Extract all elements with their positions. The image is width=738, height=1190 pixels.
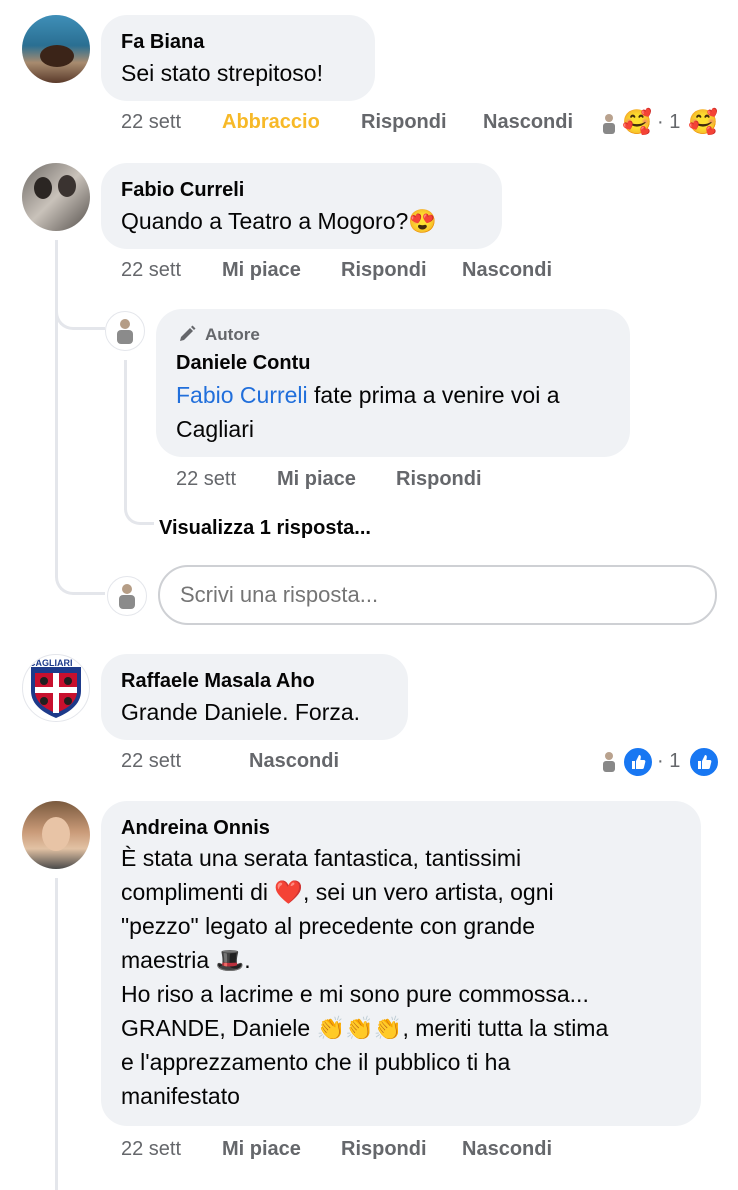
person-icon [117, 319, 133, 344]
comment-line: complimenti di ❤️, sei un vero artista, … [121, 879, 554, 905]
author-badge: Autore [205, 325, 260, 344]
comment-time[interactable]: 22 sett [121, 111, 181, 134]
comment-line: manifestato [121, 1083, 240, 1109]
reply-thread-line [124, 360, 127, 510]
comment-time[interactable]: 22 sett [121, 750, 181, 773]
hide-button[interactable]: Nascondi [249, 750, 339, 773]
hide-button[interactable]: Nascondi [462, 1138, 552, 1161]
comment-author[interactable]: Raffaele Masala Aho [121, 670, 315, 693]
comment-author[interactable]: Fa Biana [121, 31, 204, 54]
reply-input[interactable] [158, 565, 717, 625]
avatar-raffaele-masala[interactable]: CAGLIARI [22, 654, 90, 722]
current-user-avatar [107, 576, 147, 616]
comment-text: Sei stato strepitoso! [121, 60, 323, 86]
reply-button[interactable]: Rispondi [341, 259, 427, 282]
reply-text: Fabio Curreli fate prima a venire voi a [176, 378, 560, 412]
avatar-figure [40, 45, 74, 67]
heart-eyes-emoji-icon: 😍 [408, 208, 437, 234]
comment-time[interactable]: 22 sett [121, 1138, 181, 1161]
comment-line: GRANDE, Daniele 👏👏👏, meriti tutta la sti… [121, 1015, 609, 1041]
like-button[interactable]: Mi piace [222, 259, 301, 282]
avatar-figure [58, 175, 76, 197]
thread-connector [55, 550, 105, 595]
avatar-fa-biana[interactable] [22, 15, 90, 83]
comment-text: Grande Daniele. Forza. [121, 699, 361, 725]
comment-line: Ho riso a lacrime e mi sono pure commoss… [121, 981, 589, 1007]
reply-text-content: fate prima a venire voi a [307, 382, 560, 408]
comment-line: È stata una serata fantastica, tantissim… [121, 845, 522, 871]
comment-line: "pezzo" legato al precedente con grande [121, 913, 536, 939]
reaction-button[interactable]: Abbraccio [222, 111, 320, 134]
thread-connector [55, 295, 105, 330]
like-button[interactable]: Mi piace [222, 1138, 301, 1161]
like-button[interactable]: Mi piace [277, 468, 356, 491]
reply-button[interactable]: Rispondi [396, 468, 482, 491]
avatar-fabio-curreli[interactable] [22, 163, 90, 231]
hide-button[interactable]: Nascondi [462, 259, 552, 282]
reply-time[interactable]: 22 sett [176, 468, 236, 491]
mention-link[interactable]: Fabio Curreli [176, 382, 308, 408]
comment-text: Quando a Teatro a Mogoro?😍 [121, 204, 437, 238]
care-emoji-icon: 🥰 [622, 109, 652, 136]
thread-line [55, 878, 58, 1190]
comment-line: maestria 🎩. [121, 947, 251, 973]
reaction-count[interactable]: · 1 [657, 750, 680, 773]
hide-button[interactable]: Nascondi [483, 111, 573, 134]
comment-author[interactable]: Andreina Onnis [121, 817, 270, 840]
author-mini-icon [598, 750, 620, 774]
reply-button[interactable]: Rispondi [341, 1138, 427, 1161]
comment-time[interactable]: 22 sett [121, 259, 181, 282]
reaction-count[interactable]: · 1 [657, 111, 680, 134]
person-icon [119, 584, 135, 609]
author-mini-icon [598, 112, 620, 136]
comment-text-content: Quando a Teatro a Mogoro? [121, 208, 409, 234]
avatar-label: CAGLIARI [29, 658, 73, 668]
pencil-icon [177, 324, 197, 344]
view-replies-link[interactable]: Visualizza 1 risposta... [159, 517, 371, 540]
care-emoji-icon: 🥰 [688, 109, 718, 136]
comment-author[interactable]: Fabio Curreli [121, 179, 244, 202]
like-icon [622, 746, 654, 778]
avatar-figure [42, 817, 70, 851]
like-icon [688, 746, 720, 778]
avatar-andreina-onnis[interactable] [22, 801, 90, 869]
comment-line: e l'apprezzamento che il pubblico ti ha [121, 1049, 511, 1075]
thread-line [55, 320, 58, 560]
avatar-figure [34, 177, 52, 199]
reply-thread-connector [124, 495, 154, 525]
reply-author[interactable]: Daniele Contu [176, 352, 310, 375]
avatar-daniele-contu[interactable] [105, 311, 145, 351]
reply-text-line: Cagliari [176, 416, 254, 442]
comment-text: È stata una serata fantastica, tantissim… [121, 841, 608, 1113]
reply-button[interactable]: Rispondi [361, 111, 447, 134]
